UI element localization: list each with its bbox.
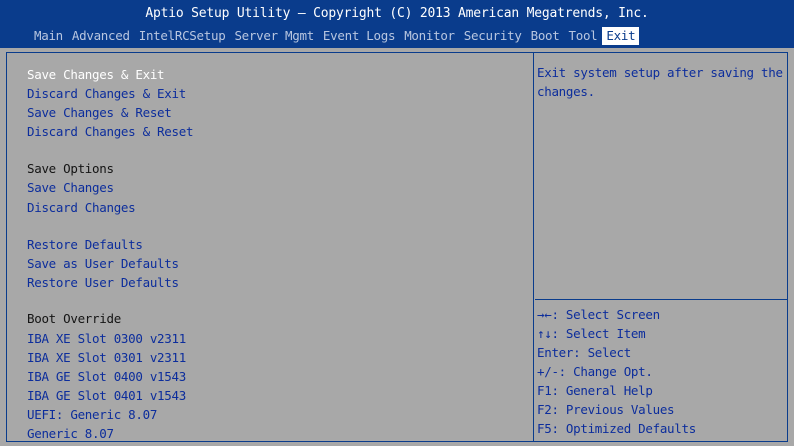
key-general-help: F1: General Help <box>537 383 653 398</box>
menu-item-save-changes-exit[interactable]: Save Changes & Exit <box>27 67 165 82</box>
tab-security[interactable]: Security <box>464 27 522 45</box>
tab-event-logs[interactable]: Event Logs <box>323 27 396 45</box>
key-select-screen: →←: Select Screen <box>537 307 660 322</box>
menu-item-save-changes-reset[interactable]: Save Changes & Reset <box>27 105 172 120</box>
tab-boot[interactable]: Boot <box>531 27 560 45</box>
menu-item-discard-changes[interactable]: Discard Changes <box>27 200 136 215</box>
tab-exit[interactable]: Exit <box>602 27 640 45</box>
panel-divider <box>533 53 534 441</box>
section-label-boot-override: Boot Override <box>27 311 121 326</box>
tab-tool[interactable]: Tool <box>569 27 598 45</box>
section-label-save-options: Save Options <box>27 161 114 176</box>
tab-bar: Main Advanced IntelRCSetup Server Mgmt E… <box>34 27 648 45</box>
menu-item-restore-user-defaults[interactable]: Restore User Defaults <box>27 275 179 290</box>
boot-option-iba-ge-0401[interactable]: IBA GE Slot 0401 v1543 <box>27 388 186 403</box>
tab-main[interactable]: Main <box>34 27 63 45</box>
key-previous-values: F2: Previous Values <box>537 402 675 417</box>
key-change-opt: +/-: Change Opt. <box>537 364 653 379</box>
boot-option-uefi-generic[interactable]: UEFI: Generic 8.07 <box>27 407 157 422</box>
tab-advanced[interactable]: Advanced <box>72 27 130 45</box>
menu-item-discard-changes-reset[interactable]: Discard Changes & Reset <box>27 124 194 139</box>
boot-option-iba-xe-0301[interactable]: IBA XE Slot 0301 v2311 <box>27 350 186 365</box>
help-divider <box>535 299 787 300</box>
menu-item-discard-changes-exit[interactable]: Discard Changes & Exit <box>27 86 186 101</box>
boot-option-iba-ge-0400[interactable]: IBA GE Slot 0400 v1543 <box>27 369 186 384</box>
menu-item-save-changes[interactable]: Save Changes <box>27 180 114 195</box>
boot-option-iba-xe-0300[interactable]: IBA XE Slot 0300 v2311 <box>27 331 186 346</box>
boot-option-generic[interactable]: Generic 8.07 <box>27 426 114 441</box>
tab-monitor[interactable]: Monitor <box>404 27 455 45</box>
main-panel: Save Changes & Exit Discard Changes & Ex… <box>6 52 788 442</box>
header-bar: Aptio Setup Utility – Copyright (C) 2013… <box>0 0 794 48</box>
key-enter-select: Enter: Select <box>537 345 631 360</box>
menu-item-restore-defaults[interactable]: Restore Defaults <box>27 237 143 252</box>
tab-server-mgmt[interactable]: Server Mgmt <box>234 27 314 45</box>
key-optimized-defaults: F5: Optimized Defaults <box>537 421 696 436</box>
key-select-item: ↑↓: Select Item <box>537 326 646 341</box>
menu-item-save-user-defaults[interactable]: Save as User Defaults <box>27 256 179 271</box>
tab-intelrcsetup[interactable]: IntelRCSetup <box>139 27 226 45</box>
help-text: Exit system setup after saving the chang… <box>537 65 783 99</box>
utility-title: Aptio Setup Utility – Copyright (C) 2013… <box>145 6 649 21</box>
